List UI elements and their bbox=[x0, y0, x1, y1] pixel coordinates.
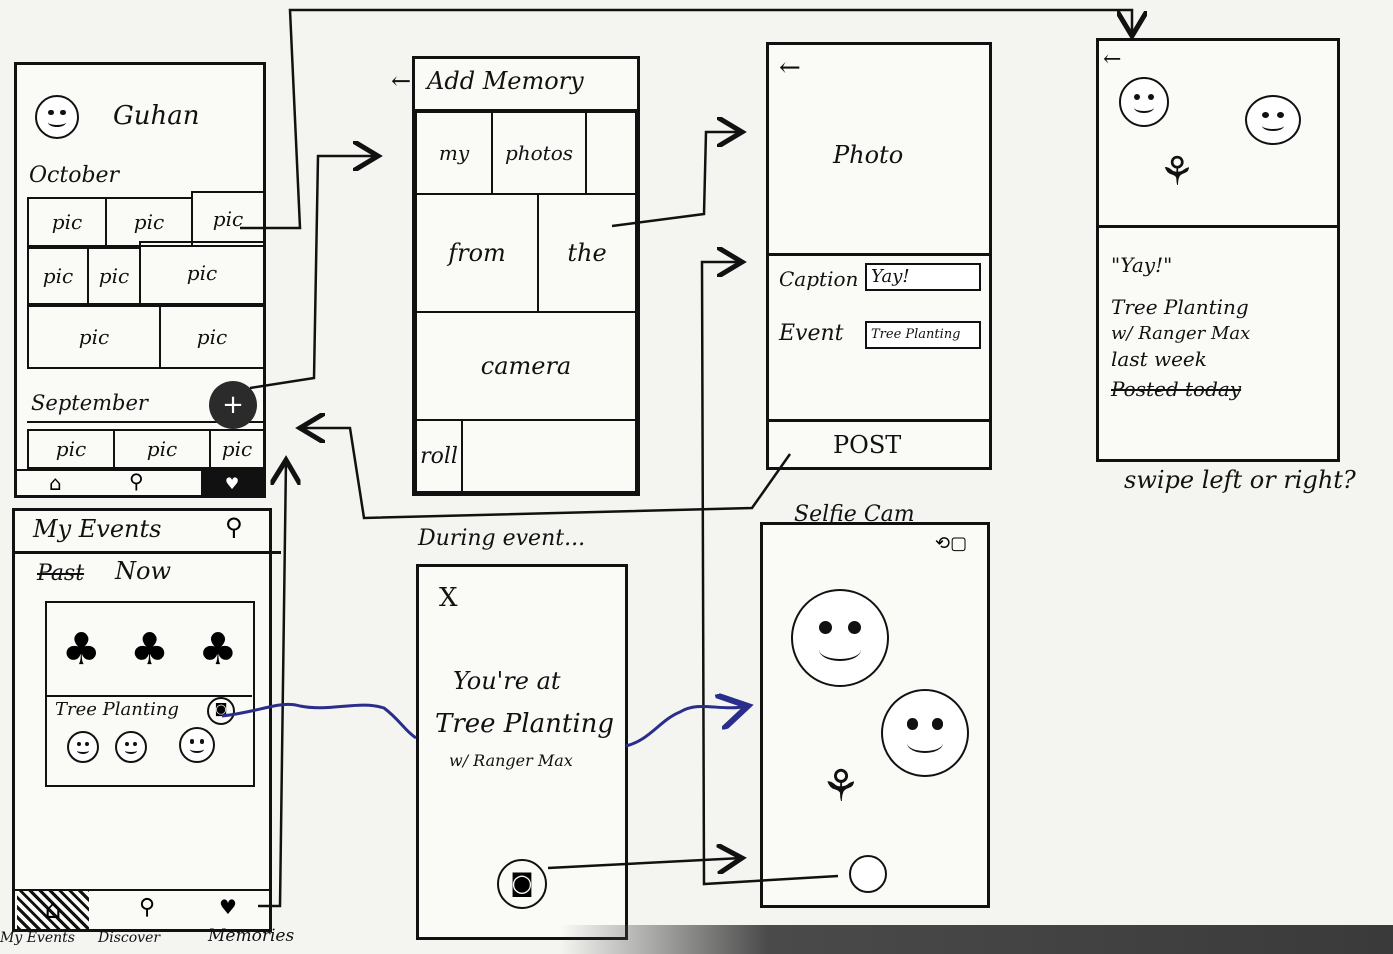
arrow-photo-to-post bbox=[611, 132, 742, 228]
table-edge-shadow bbox=[560, 925, 1393, 954]
arrow-shutter-to-post bbox=[700, 262, 839, 886]
arrow-nav-to-profile bbox=[258, 460, 286, 908]
arrow-camera-to-selfie bbox=[547, 858, 742, 868]
arrow-post-to-profile bbox=[300, 428, 792, 520]
arrow-plus-to-add bbox=[249, 156, 378, 390]
arrow-pic-to-memory bbox=[240, 8, 1132, 230]
arrow-event-to-during bbox=[221, 702, 417, 740]
flow-arrows bbox=[221, 8, 1393, 908]
arrow-during-to-selfie bbox=[625, 706, 748, 748]
